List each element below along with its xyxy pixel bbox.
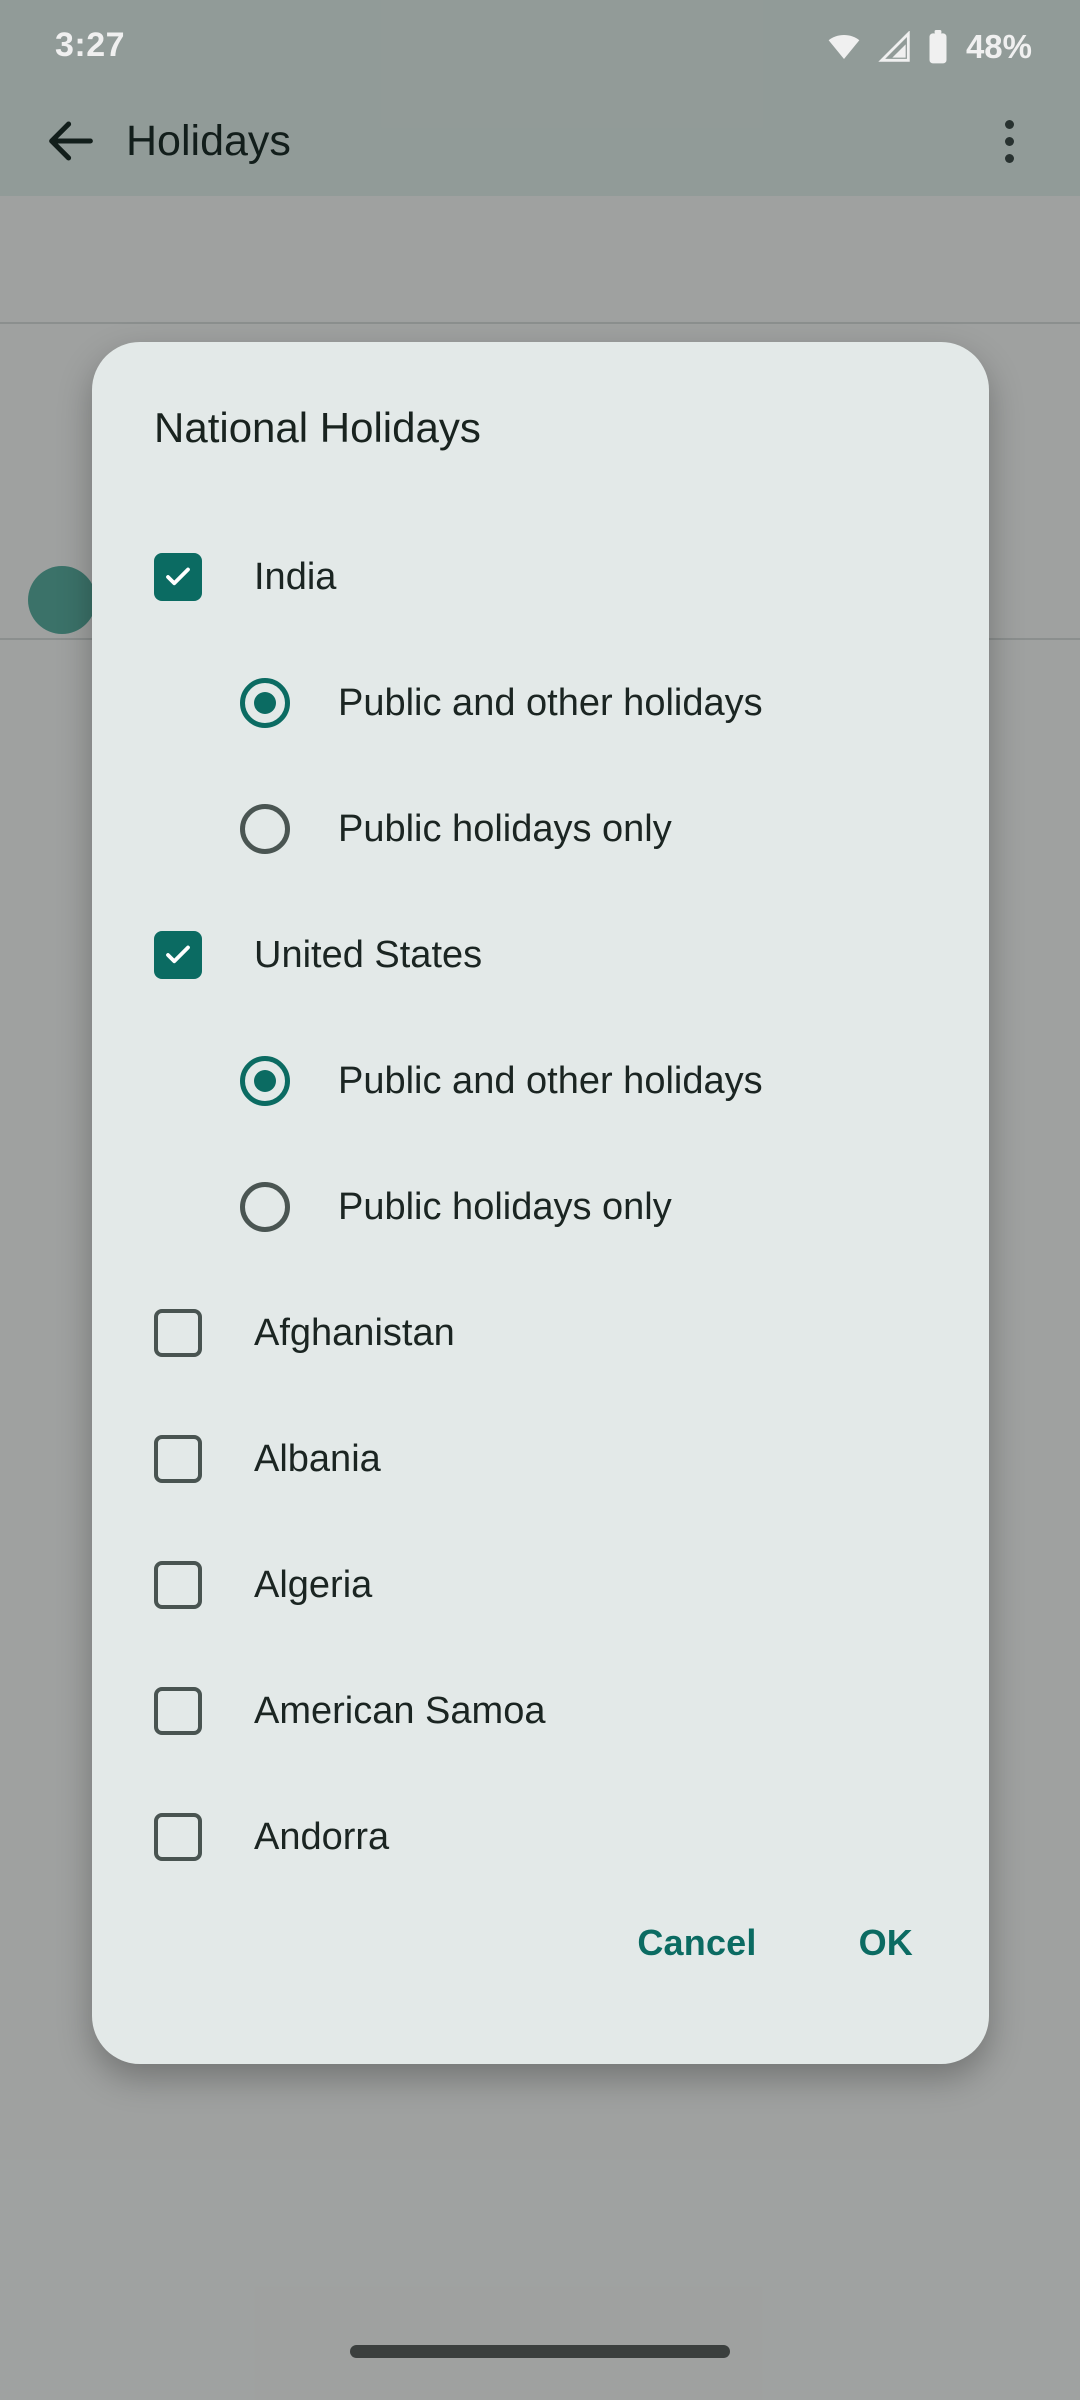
national-holidays-dialog: National Holidays India Public and other … (92, 342, 989, 2064)
checkbox-unchecked-icon[interactable] (154, 1435, 202, 1483)
radio-row[interactable]: Public and other holidays (92, 1018, 989, 1144)
row-label: Public and other holidays (338, 682, 763, 724)
country-row[interactable]: Andorra (92, 1774, 989, 1900)
radio-unselected-icon[interactable] (240, 1182, 290, 1232)
row-label: Public and other holidays (338, 1060, 763, 1102)
row-label: Algeria (254, 1564, 373, 1606)
checkbox-unchecked-icon[interactable] (154, 1813, 202, 1861)
row-label: Public holidays only (338, 1186, 672, 1228)
screen: 3:27 48% Holidays National Holidays Indi… (0, 0, 1080, 2400)
country-row[interactable]: Algeria (92, 1522, 989, 1648)
country-list[interactable]: India Public and other holidays Public hol… (92, 514, 989, 1900)
country-row[interactable]: Afghanistan (92, 1270, 989, 1396)
checkbox-checked-icon[interactable] (154, 931, 202, 979)
gesture-handle[interactable] (350, 2345, 730, 2358)
radio-row[interactable]: Public holidays only (92, 1144, 989, 1270)
checkbox-unchecked-icon[interactable] (154, 1309, 202, 1357)
checkbox-checked-icon[interactable] (154, 553, 202, 601)
radio-unselected-icon[interactable] (240, 804, 290, 854)
checkbox-unchecked-icon[interactable] (154, 1687, 202, 1735)
ok-button[interactable]: OK (837, 1908, 935, 1978)
country-row[interactable]: United States (92, 892, 989, 1018)
radio-row[interactable]: Public holidays only (92, 766, 989, 892)
checkbox-unchecked-icon[interactable] (154, 1561, 202, 1609)
country-row[interactable]: Albania (92, 1396, 989, 1522)
radio-row[interactable]: Public and other holidays (92, 640, 989, 766)
row-label: Albania (254, 1438, 381, 1480)
cancel-button[interactable]: Cancel (615, 1908, 778, 1978)
radio-selected-icon[interactable] (240, 1056, 290, 1106)
dialog-actions: Cancel OK (615, 1908, 935, 1978)
dialog-title: National Holidays (154, 404, 481, 451)
country-row[interactable]: American Samoa (92, 1648, 989, 1774)
row-label: Andorra (254, 1816, 390, 1858)
row-label: India (254, 556, 337, 598)
row-label: Public holidays only (338, 808, 672, 850)
country-row[interactable]: India (92, 514, 989, 640)
radio-selected-icon[interactable] (240, 678, 290, 728)
row-label: United States (254, 934, 483, 976)
row-label: American Samoa (254, 1690, 546, 1732)
row-label: Afghanistan (254, 1312, 455, 1354)
